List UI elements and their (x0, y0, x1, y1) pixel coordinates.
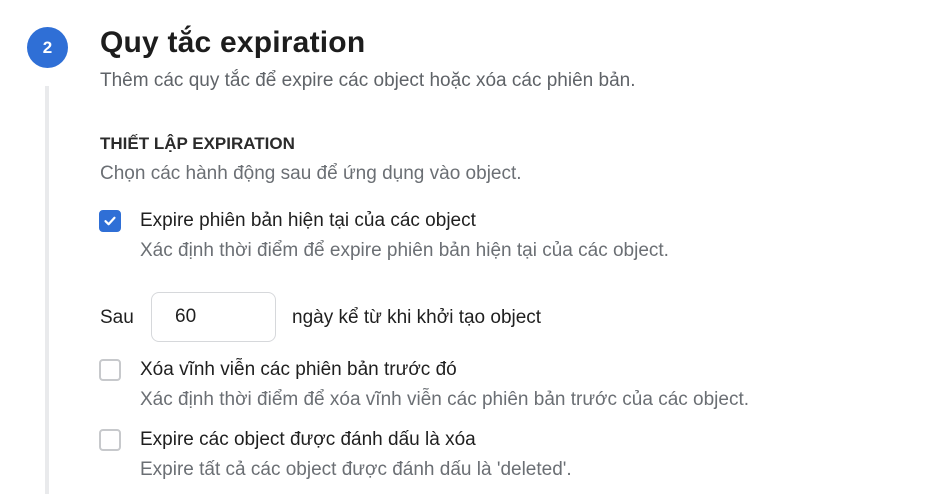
page-subtitle: Thêm các quy tắc để expire các object ho… (100, 70, 636, 91)
step-number-badge: 2 (27, 27, 68, 68)
expire-delete-markers-checkbox[interactable] (99, 429, 121, 451)
delete-previous-label[interactable]: Xóa vĩnh viễn các phiên bản trước đó (140, 359, 457, 381)
delete-previous-checkbox[interactable] (99, 359, 121, 381)
section-description: Chọn các hành động sau để ứng dụng vào o… (100, 163, 522, 184)
days-suffix-label: ngày kể từ khi khởi tạo object (292, 307, 542, 328)
expire-delete-markers-label[interactable]: Expire các object được đánh dấu là xóa (140, 429, 476, 451)
step-number: 2 (42, 37, 53, 57)
days-input[interactable] (151, 292, 276, 342)
expire-delete-markers-description: Expire tất cả các object được đánh dấu l… (140, 459, 572, 480)
expire-current-label[interactable]: Expire phiên bản hiện tại của các object (140, 210, 476, 232)
page-title: Quy tắc expiration (100, 26, 366, 59)
section-heading: THIẾT LẬP EXPIRATION (100, 134, 295, 153)
delete-previous-description: Xác định thời điểm để xóa vĩnh viễn các … (140, 389, 750, 410)
step-connector-line (45, 86, 49, 494)
expire-current-checkbox[interactable] (99, 210, 121, 232)
expire-current-description: Xác định thời điểm để expire phiên bản h… (140, 240, 669, 261)
days-prefix-label: Sau (100, 307, 134, 328)
checkmark-icon (104, 216, 116, 226)
